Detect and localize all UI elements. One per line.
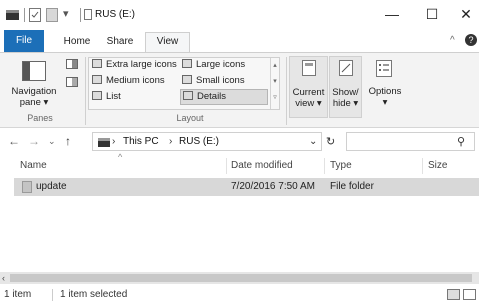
table-row[interactable]: update 7/20/2016 7:50 AM File folder xyxy=(14,178,479,196)
ribbon-tab-row: File Home Share View ^ ? xyxy=(0,30,479,53)
scroll-left-icon[interactable]: ‹ xyxy=(2,272,5,284)
options-icon xyxy=(376,60,392,77)
new-folder-icon[interactable] xyxy=(46,8,58,22)
file-type: File folder xyxy=(330,181,374,192)
folder-icon xyxy=(22,181,32,193)
recent-locations-icon[interactable]: ⌄ xyxy=(48,136,56,147)
column-name-header[interactable]: Name xyxy=(20,160,47,171)
window-title: RUS (E:) xyxy=(95,9,135,20)
ribbon-divider xyxy=(85,57,86,125)
search-icon[interactable]: ⚲ xyxy=(457,135,465,148)
panes-group-label: Panes xyxy=(27,113,53,123)
collapse-ribbon-icon[interactable]: ^ xyxy=(450,35,455,46)
layout-medium-label: Medium icons xyxy=(106,75,165,86)
status-item-count: 1 item xyxy=(4,289,32,300)
breadcrumb-separator-icon: › xyxy=(112,136,116,147)
details-pane-icon[interactable] xyxy=(66,77,78,87)
status-selected-count: 1 item selected xyxy=(60,289,128,300)
layout-extra-large-icons[interactable]: Extra large icons xyxy=(92,58,177,72)
search-input[interactable]: ⚲ xyxy=(346,132,475,151)
navigation-pane-button[interactable]: Navigation pane ▾ xyxy=(6,86,62,108)
current-view-button[interactable]: Current view ▾ xyxy=(289,56,328,118)
refresh-icon[interactable]: ↻ xyxy=(326,135,335,148)
large-icons-view-icon[interactable] xyxy=(463,289,476,300)
navigation-pane-label-2: pane ▾ xyxy=(19,97,49,108)
breadcrumb-this-pc[interactable]: This PC xyxy=(123,136,159,147)
medium-icons-icon xyxy=(92,75,102,84)
up-arrow-icon[interactable]: ↑ xyxy=(65,134,71,148)
current-view-label-2: view ▾ xyxy=(295,98,322,109)
breadcrumb-rus-drive[interactable]: RUS (E:) xyxy=(179,136,219,147)
list-icon xyxy=(92,91,102,100)
column-date-header[interactable]: Date modified xyxy=(231,160,293,171)
layout-small-icons[interactable]: Small icons xyxy=(182,74,245,88)
forward-arrow-icon[interactable]: → xyxy=(28,134,40,148)
file-name: update xyxy=(36,181,67,192)
layout-details-label: Details xyxy=(197,91,227,102)
layout-large-icons[interactable]: Large icons xyxy=(182,58,245,72)
layout-extra-large-label: Extra large icons xyxy=(106,59,177,70)
current-view-icon xyxy=(302,60,316,76)
layout-details[interactable]: Details xyxy=(180,89,268,105)
details-view-icon[interactable] xyxy=(447,289,460,300)
title-bar: ▾ RUS (E:) — ☐ ✕ xyxy=(0,0,479,30)
maximize-button[interactable]: ☐ xyxy=(419,4,445,24)
customize-toolbar-icon[interactable]: ▾ xyxy=(63,7,69,20)
navigation-pane-icon xyxy=(22,61,46,81)
tab-home[interactable]: Home xyxy=(60,33,94,52)
title-separator xyxy=(24,8,25,22)
breadcrumb-separator-icon-2: › xyxy=(169,136,173,147)
file-date-modified: 7/20/2016 7:50 AM xyxy=(231,181,315,192)
minimize-button[interactable]: — xyxy=(379,4,405,24)
column-type-header[interactable]: Type xyxy=(330,160,352,171)
ribbon-divider-2 xyxy=(286,57,287,125)
close-button[interactable]: ✕ xyxy=(453,4,479,24)
tab-view[interactable]: View xyxy=(145,32,190,53)
show-hide-label-1: Show/ xyxy=(332,87,359,98)
scrollbar-thumb[interactable] xyxy=(10,274,472,282)
column-size-header[interactable]: Size xyxy=(428,160,447,171)
column-separator[interactable] xyxy=(226,158,227,174)
column-separator-2[interactable] xyxy=(324,158,325,174)
options-arrow: ▾ xyxy=(382,97,388,108)
horizontal-scrollbar[interactable]: ‹ xyxy=(0,272,479,284)
large-icons-icon xyxy=(182,59,192,68)
show-hide-button[interactable]: Show/ hide ▾ xyxy=(329,56,362,118)
layout-list-label: List xyxy=(106,91,121,102)
sort-indicator-icon: ^ xyxy=(118,152,123,162)
details-icon xyxy=(183,91,193,100)
properties-icon[interactable] xyxy=(29,8,41,22)
column-header-row: ^ Name Date modified Type Size xyxy=(0,152,479,176)
layout-group-label: Layout xyxy=(176,113,204,123)
small-icons-icon xyxy=(182,75,192,84)
layout-small-label: Small icons xyxy=(196,75,245,86)
address-row: ← → ⌄ ↑ › This PC › RUS (E:) ⌄ ↻ ⚲ xyxy=(0,129,479,154)
layout-medium-icons[interactable]: Medium icons xyxy=(92,74,165,88)
folder-title-icon xyxy=(84,9,92,20)
tab-share[interactable]: Share xyxy=(103,33,137,52)
options-label: Options xyxy=(368,86,402,97)
status-separator xyxy=(52,289,53,301)
tab-file[interactable]: File xyxy=(4,30,44,52)
navigation-pane-label-1: Navigation xyxy=(11,86,57,97)
layout-gallery-scroll[interactable]: ▴ ▾ ▿ xyxy=(270,58,279,109)
current-view-label-1: Current xyxy=(292,87,325,98)
drive-app-icon xyxy=(6,10,19,20)
layout-large-label: Large icons xyxy=(196,59,246,70)
column-separator-3[interactable] xyxy=(422,158,423,174)
title-separator-2 xyxy=(80,8,81,22)
back-arrow-icon[interactable]: ← xyxy=(8,134,20,148)
drive-icon xyxy=(98,138,110,147)
ribbon: Navigation pane ▾ Panes Extra large icon… xyxy=(0,52,479,128)
layout-list[interactable]: List xyxy=(92,90,121,104)
show-hide-icon xyxy=(339,60,353,76)
status-bar: 1 item 1 item selected xyxy=(0,284,479,303)
help-icon[interactable]: ? xyxy=(465,34,477,46)
address-bar[interactable]: › This PC › RUS (E:) ⌄ xyxy=(92,132,322,151)
preview-pane-icon[interactable] xyxy=(66,59,78,69)
address-dropdown-icon[interactable]: ⌄ xyxy=(309,136,317,147)
extra-large-icons-icon xyxy=(92,59,102,68)
show-hide-label-2: hide ▾ xyxy=(332,98,359,109)
options-button[interactable]: Options ▾ xyxy=(365,56,405,118)
